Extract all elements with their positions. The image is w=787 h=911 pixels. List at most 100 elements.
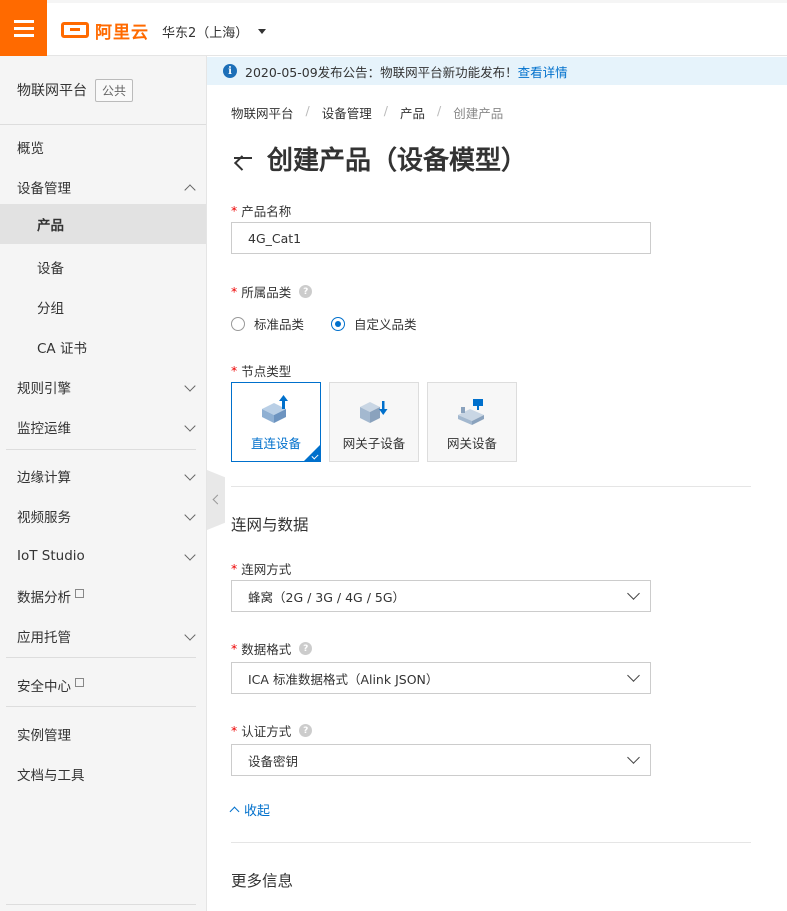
breadcrumb-current: 创建产品 (453, 106, 504, 121)
sidebar-item-device[interactable]: 设备 (0, 247, 206, 287)
sidebar-item-label: 分组 (37, 301, 64, 317)
sidebar-item-rule-engine[interactable]: 规则引擎 (0, 367, 206, 407)
sidebar-item-label: 概览 (17, 141, 44, 157)
product-name-value: 4G_Cat1 (248, 230, 302, 246)
auth-mode-select[interactable]: 设备密钥 (231, 744, 651, 776)
aliyun-logo-icon (61, 22, 89, 38)
sidebar-collapse-handle[interactable] (207, 470, 225, 530)
sidebar-item-label: IoT Studio (17, 548, 85, 564)
sidebar-item-monitoring[interactable]: 监控运维 (0, 407, 206, 447)
menu-line-icon (13, 33, 34, 37)
sidebar-item-video-service[interactable]: 视频服务 (0, 496, 206, 536)
node-card-label: 网关子设备 (342, 436, 406, 451)
chevron-up-icon (229, 806, 240, 817)
sidebar-divider (6, 904, 196, 905)
announcement-text: 2020-05-09发布公告：物联网平台新功能发布！ (245, 64, 518, 80)
sidebar-item-iot-studio[interactable]: IoT Studio (0, 536, 206, 576)
breadcrumb-separator: / (305, 103, 310, 118)
chevron-down-icon (184, 420, 196, 432)
node-card-gateway-subdevice[interactable]: 网关子设备 (329, 382, 419, 462)
chevron-down-icon (184, 629, 196, 641)
radio-checked-icon (331, 316, 345, 331)
sidebar-divider (6, 657, 196, 658)
node-card-direct-device[interactable]: 直连设备 (231, 382, 321, 462)
sidebar-item-label: 文档与工具 (17, 768, 85, 784)
select-value: 设备密钥 (248, 753, 299, 769)
sidebar-item-device-management[interactable]: 设备管理 (0, 167, 206, 207)
selected-corner-icon (304, 445, 320, 461)
sidebar-divider (6, 449, 196, 450)
page-title: 创建产品（设备模型） (267, 145, 528, 176)
sidebar-item-label: 边缘计算 (17, 470, 71, 486)
radio-label: 标准品类 (254, 317, 305, 332)
chevron-down-icon (627, 587, 640, 600)
network-mode-label: * 连网方式 (231, 559, 291, 578)
sidebar-item-label: 安全中心 (17, 679, 71, 695)
required-mark: * (231, 363, 238, 378)
chevron-down-icon (184, 380, 196, 392)
back-arrow-icon[interactable] (231, 146, 255, 170)
node-card-gateway-device[interactable]: 网关设备 (427, 382, 517, 462)
product-name-label: * 产品名称 (231, 201, 291, 220)
sidebar-item-overview[interactable]: 概览 (0, 127, 206, 167)
sidebar-item-data-analysis[interactable]: 数据分析 (0, 576, 206, 616)
breadcrumb-item[interactable]: 设备管理 (322, 103, 372, 122)
info-icon: i (223, 64, 237, 78)
label-text: 认证方式 (241, 724, 292, 739)
sidebar-item-app-hosting[interactable]: 应用托管 (0, 616, 206, 656)
direct-device-icon (262, 395, 288, 423)
label-text: 连网方式 (241, 562, 292, 577)
help-icon[interactable]: ? (299, 724, 313, 737)
required-mark: * (231, 723, 238, 738)
sidebar-item-docs-tools[interactable]: 文档与工具 (0, 754, 206, 794)
data-format-select[interactable]: ICA 标准数据格式（Alink JSON） (231, 662, 651, 694)
breadcrumb-separator: / (383, 103, 388, 118)
data-format-label: * 数据格式 ? (231, 639, 313, 658)
required-mark: * (231, 641, 238, 656)
top-bar: 阿里云 华东2（上海） (0, 0, 787, 56)
select-value: ICA 标准数据格式（Alink JSON） (248, 671, 439, 687)
sidebar-item-security-center[interactable]: 安全中心 (0, 665, 206, 705)
sidebar-item-instance-management[interactable]: 实例管理 (0, 714, 206, 754)
section-title-more-info: 更多信息 (231, 872, 294, 890)
sidebar-item-group[interactable]: 分组 (0, 287, 206, 327)
logo-text: 阿里云 (95, 22, 149, 43)
external-link-icon (75, 677, 84, 687)
required-mark: * (231, 203, 238, 218)
caret-down-icon (258, 29, 267, 34)
node-card-label: 直连设备 (250, 436, 301, 451)
chevron-down-icon (627, 669, 640, 682)
section-divider (231, 842, 751, 843)
chevron-down-icon (184, 509, 196, 521)
breadcrumb-item[interactable]: 产品 (400, 103, 425, 122)
breadcrumb: 物联网平台 / 设备管理 / 产品 / 创建产品 (231, 103, 503, 122)
sidebar-item-label: 视频服务 (17, 510, 71, 526)
help-icon[interactable]: ? (299, 285, 313, 298)
sidebar-item-product[interactable]: 产品 (0, 204, 206, 244)
auth-mode-label: * 认证方式 ? (231, 721, 313, 740)
radio-standard-category[interactable]: 标准品类 (231, 314, 304, 333)
sidebar-header: 物联网平台 公共 (0, 56, 206, 125)
label-text: 产品名称 (241, 204, 292, 219)
region-selector[interactable]: 华东2（上海） (162, 22, 267, 41)
menu-line-icon (13, 26, 34, 30)
sidebar-item-label: 数据分析 (17, 590, 71, 606)
collapse-link[interactable]: 收起 (229, 800, 270, 819)
instance-tag: 公共 (95, 78, 134, 102)
menu-line-icon (13, 19, 34, 23)
sidebar-item-label: 实例管理 (17, 728, 71, 744)
node-card-label: 网关设备 (446, 436, 497, 451)
product-name-input[interactable]: 4G_Cat1 (231, 222, 651, 254)
radio-custom-category[interactable]: 自定义品类 (331, 314, 417, 333)
sidebar-item-label: 设备管理 (17, 181, 71, 197)
hamburger-menu-button[interactable] (0, 0, 47, 56)
breadcrumb-separator: / (436, 103, 442, 118)
breadcrumb-item[interactable]: 物联网平台 (231, 103, 294, 122)
gateway-device-icon (458, 399, 484, 425)
network-mode-select[interactable]: 蜂窝（2G / 3G / 4G / 5G） (231, 580, 651, 612)
announcement-details-link[interactable]: 查看详情 (518, 62, 568, 81)
sidebar-item-edge-computing[interactable]: 边缘计算 (0, 456, 206, 496)
aliyun-logo[interactable]: 阿里云 (61, 20, 149, 43)
help-icon[interactable]: ? (299, 642, 313, 655)
sidebar-item-ca-cert[interactable]: CA 证书 (0, 327, 206, 367)
